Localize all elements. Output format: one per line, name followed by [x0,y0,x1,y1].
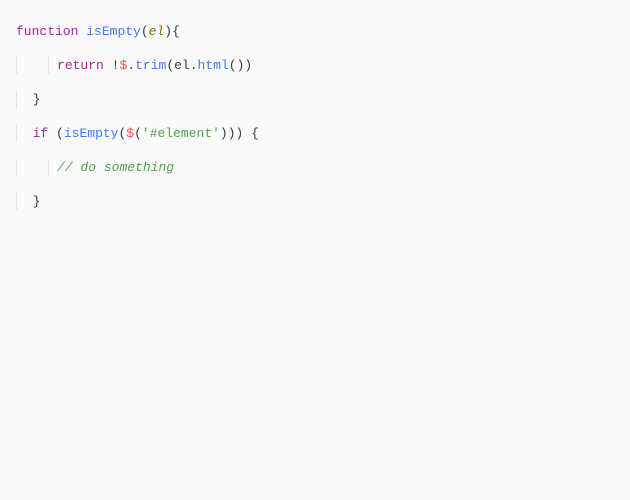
paren-open: ( [166,58,174,73]
code-line: return !$.trim(el.html()) [16,57,614,74]
brace-open: { [172,24,180,39]
string-selector: '#element' [142,126,220,141]
code-line: } [16,91,614,108]
comment: // do something [57,160,174,175]
paren-open: ( [134,126,142,141]
keyword-if: if [33,126,49,141]
brace-open: { [251,126,259,141]
paren-open: ( [56,126,64,141]
paren-open: ( [141,24,149,39]
method-html: html [198,58,229,73]
param-el: el [149,24,165,39]
dollar: $ [126,126,134,141]
code-line: // do something [16,159,614,176]
code-line: } [16,193,614,210]
brace-close: } [33,92,41,107]
paren-close: ) [220,126,228,141]
dot: . [190,58,198,73]
paren-close: ) [164,24,172,39]
paren-close: ) [236,126,244,141]
dot: . [127,58,135,73]
function-name: isEmpty [86,24,141,39]
code-block: function isEmpty(el){ return !$.trim(el.… [0,0,630,233]
call-parens: () [229,58,245,73]
brace-close: } [33,194,41,209]
ident-el: el [174,58,190,73]
code-line: function isEmpty(el){ [16,23,614,40]
method-trim: trim [135,58,166,73]
keyword-function: function [16,24,78,39]
keyword-return: return [57,58,104,73]
call-isEmpty: isEmpty [64,126,119,141]
code-line: if (isEmpty($('#element'))) { [16,125,614,142]
paren-close: ) [228,126,236,141]
paren-close: ) [244,58,252,73]
